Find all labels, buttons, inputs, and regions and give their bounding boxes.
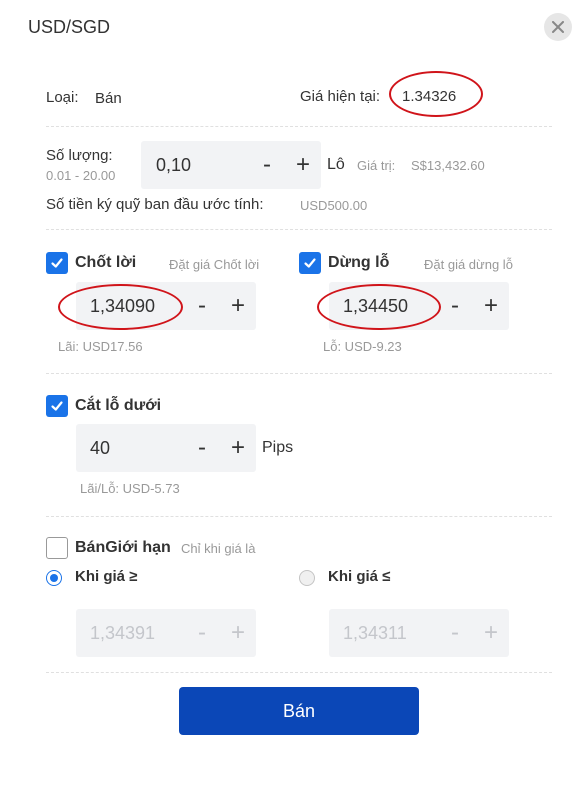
limit-le-stepper: 1,34311 - + [329,609,509,657]
annotation-circle-price [389,71,483,117]
annotation-circle-take-profit [58,284,183,330]
annotation-circle-stop-loss [317,284,441,330]
trailing-stop-label: Cắt lỗ dưới [75,397,162,414]
quantity-range: 0.01 - 20.00 [46,168,116,183]
margin-label: Số tiền ký quỹ ban đầu ước tính: [46,196,264,213]
limit-hint: Chỉ khi giá là [181,541,256,556]
quantity-plus-button[interactable]: + [285,141,321,189]
close-button[interactable] [544,13,572,41]
limit-label: BánGiới hạn [75,539,171,556]
trailing-stop-minus-button[interactable]: - [184,424,220,472]
limit-le-plus-button[interactable]: + [473,609,509,657]
trailing-stop-stepper: 40 - + [76,424,256,472]
quantity-input[interactable]: 0,10 [141,155,249,176]
dialog-title: USD/SGD [28,17,111,37]
divider [46,516,552,517]
take-profit-label: Chốt lời [75,254,137,271]
divider [46,373,552,374]
divider [46,229,552,230]
stop-loss-result: Lỗ: USD-9.23 [323,339,402,354]
quantity-minus-button[interactable]: - [249,141,285,189]
worth-label: Giá trị: [357,158,396,173]
close-icon [552,21,564,33]
radio-price-le-label[interactable]: Khi giá ≤ [328,568,390,585]
radio-price-ge[interactable] [46,570,62,586]
quantity-label: Số lượng: [46,147,113,164]
stop-loss-minus-button[interactable]: - [437,282,473,330]
worth-value: S$13,432.60 [411,158,485,173]
take-profit-hint: Đặt giá Chốt lời [169,257,260,272]
trailing-stop-input[interactable]: 40 [76,438,184,459]
stop-loss-plus-button[interactable]: + [473,282,509,330]
limit-checkbox[interactable] [46,537,68,559]
quantity-stepper: 0,10 - + [141,141,321,189]
stop-loss-hint: Đặt giá dừng lỗ [424,257,513,272]
current-price-label: Giá hiện tại: [300,88,381,105]
check-icon [304,258,316,268]
check-icon [51,401,63,411]
divider [46,126,552,127]
take-profit-result: Lãi: USD17.56 [58,339,143,354]
limit-ge-input[interactable]: 1,34391 [76,623,184,644]
radio-price-ge-label[interactable]: Khi giá ≥ [75,568,137,585]
quantity-unit: Lô [327,156,345,173]
sell-button[interactable]: Bán [179,687,419,735]
divider [46,672,552,673]
margin-value: USD500.00 [300,198,368,213]
take-profit-plus-button[interactable]: + [220,282,256,330]
take-profit-minus-button[interactable]: - [184,282,220,330]
limit-le-minus-button[interactable]: - [437,609,473,657]
trailing-stop-checkbox[interactable] [46,395,68,417]
stop-loss-label: Dừng lỗ [328,254,390,271]
order-type-label: Loại: [46,89,79,106]
order-type-value: Bán [95,90,122,107]
check-icon [51,258,63,268]
limit-ge-stepper: 1,34391 - + [76,609,256,657]
trailing-stop-unit: Pips [262,439,294,456]
trailing-stop-plus-button[interactable]: + [220,424,256,472]
limit-ge-plus-button[interactable]: + [220,609,256,657]
limit-le-input[interactable]: 1,34311 [329,623,437,644]
take-profit-checkbox[interactable] [46,252,68,274]
limit-ge-minus-button[interactable]: - [184,609,220,657]
trailing-stop-result: Lãi/Lỗ: USD-5.73 [80,481,180,496]
stop-loss-checkbox[interactable] [299,252,321,274]
radio-price-le[interactable] [299,570,315,586]
